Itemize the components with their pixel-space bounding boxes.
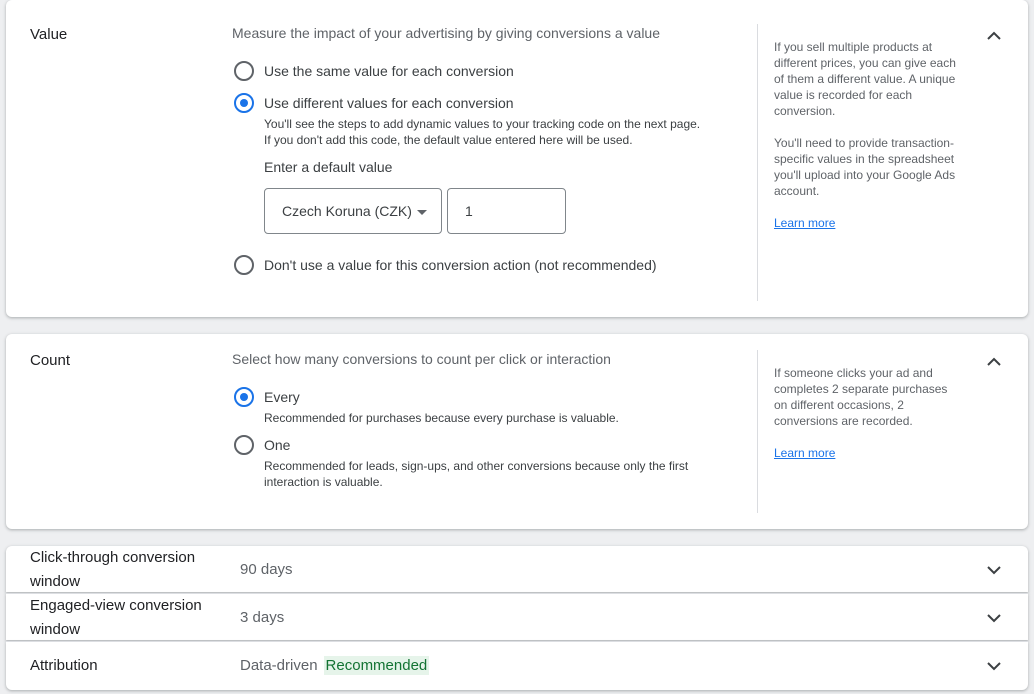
- engaged-view-title: Engaged-view conversion window: [30, 594, 202, 642]
- chevron-up-icon[interactable]: [982, 350, 1006, 374]
- value-help-text-1: If you sell multiple products at differe…: [774, 40, 956, 118]
- value-section-title: Value: [30, 26, 68, 43]
- different-values-option[interactable]: Use different values for each conversion: [234, 93, 514, 113]
- currency-select[interactable]: Czech Koruna (CZK): [264, 188, 442, 234]
- count-one-radio[interactable]: [234, 435, 254, 455]
- count-help-divider: [757, 350, 758, 513]
- currency-select-value: Czech Koruna (CZK): [282, 203, 412, 219]
- chevron-down-icon[interactable]: [982, 558, 1006, 582]
- value-help-text-2: You'll need to provide transaction-speci…: [774, 136, 956, 198]
- chevron-down-icon[interactable]: [982, 606, 1006, 630]
- value-learn-more-link[interactable]: Learn more: [774, 216, 835, 230]
- attribution-value: Data-driven: [240, 657, 318, 674]
- attribution-title: Attribution: [30, 657, 98, 674]
- count-one-hint-line1: Recommended for leads, sign-ups, and oth…: [264, 459, 689, 473]
- count-one-hint-line2: interaction is valuable.: [264, 475, 383, 489]
- count-learn-more-link[interactable]: Learn more: [774, 446, 835, 460]
- count-help-text: If someone clicks your ad and completes …: [774, 366, 948, 428]
- default-value-label: Enter a default value: [264, 159, 393, 175]
- different-values-label: Use different values for each conversion: [264, 95, 514, 111]
- count-one-option[interactable]: One: [234, 435, 290, 455]
- default-value-input[interactable]: [447, 188, 566, 234]
- different-values-hint-line1: You'll see the steps to add dynamic valu…: [264, 117, 701, 131]
- click-through-value: 90 days: [240, 561, 293, 578]
- same-value-option[interactable]: Use the same value for each conversion: [234, 61, 514, 81]
- no-value-option[interactable]: Don't use a value for this conversion ac…: [234, 255, 657, 275]
- chevron-up-icon[interactable]: [982, 24, 1006, 48]
- attribution-row[interactable]: Attribution Data-driven Recommended: [6, 642, 1028, 690]
- engaged-view-title-line1: Engaged-view conversion: [30, 597, 202, 614]
- count-section-title: Count: [30, 352, 71, 369]
- count-one-label: One: [264, 437, 291, 453]
- click-through-title-line1: Click-through conversion: [30, 549, 196, 566]
- no-value-label: Don't use a value for this conversion ac…: [264, 257, 657, 273]
- value-help-panel: If you sell multiple products at differe…: [774, 39, 964, 231]
- count-section: Count Select how many conversions to cou…: [6, 334, 1028, 529]
- attribution-value-wrap: Data-driven Recommended: [240, 656, 430, 675]
- no-value-radio[interactable]: [234, 255, 254, 275]
- count-every-radio[interactable]: [234, 387, 254, 407]
- value-section-description: Measure the impact of your advertising b…: [232, 25, 660, 41]
- engaged-view-title-line2: window: [30, 621, 81, 638]
- engaged-view-window-row[interactable]: Engaged-view conversion window 3 days: [6, 594, 1028, 640]
- click-through-title: Click-through conversion window: [30, 546, 195, 594]
- chevron-down-icon[interactable]: [982, 654, 1006, 678]
- dropdown-arrow-icon: [417, 210, 427, 215]
- count-every-option[interactable]: Every: [234, 387, 300, 407]
- same-value-label: Use the same value for each conversion: [264, 63, 514, 79]
- count-every-hint: Recommended for purchases because every …: [264, 411, 619, 425]
- click-through-title-line2: window: [30, 573, 81, 590]
- recommended-badge: Recommended: [323, 656, 430, 675]
- same-value-radio[interactable]: [234, 61, 254, 81]
- different-values-hint-line2: If you don't add this code, the default …: [264, 133, 633, 147]
- click-through-window-row[interactable]: Click-through conversion window 90 days: [6, 546, 1028, 592]
- different-values-radio[interactable]: [234, 93, 254, 113]
- engaged-view-value: 3 days: [240, 609, 285, 626]
- count-help-panel: If someone clicks your ad and completes …: [774, 365, 964, 461]
- value-section: Value Measure the impact of your adverti…: [6, 0, 1028, 317]
- count-section-description: Select how many conversions to count per…: [232, 351, 611, 367]
- help-divider: [757, 24, 758, 301]
- count-every-label: Every: [264, 389, 300, 405]
